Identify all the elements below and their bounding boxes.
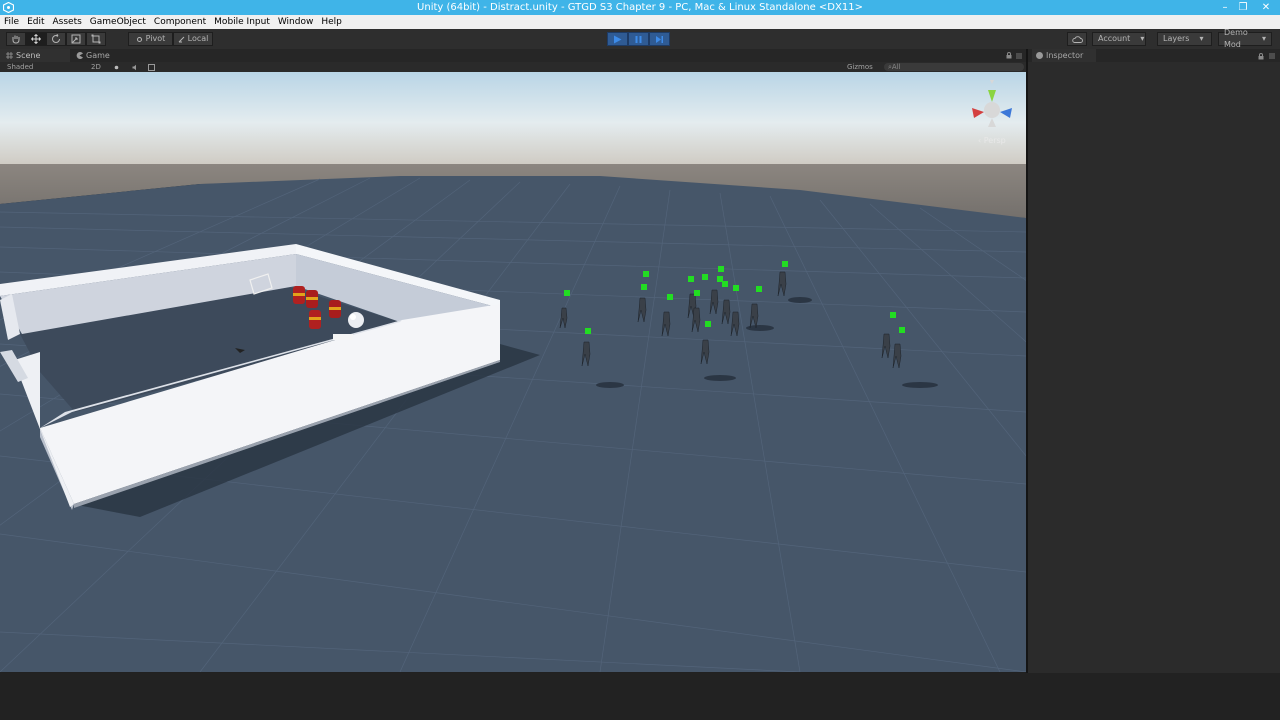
hand-icon bbox=[12, 35, 20, 44]
mode-2d-toggle[interactable]: 2D bbox=[91, 62, 101, 72]
layout-dropdown[interactable]: Demo Mod ▾ bbox=[1218, 28, 1272, 49]
inspector-panel: Inspector bbox=[1028, 49, 1280, 673]
lock-icon[interactable] bbox=[1006, 52, 1012, 59]
close-button[interactable]: ✕ bbox=[1252, 0, 1280, 15]
rotate-icon bbox=[52, 34, 60, 43]
grid-icon bbox=[6, 52, 13, 59]
inspector-body bbox=[1028, 62, 1280, 673]
projection-label[interactable]: ‹ Persp bbox=[978, 136, 1006, 145]
move-arrows-icon bbox=[31, 34, 41, 44]
sky bbox=[0, 72, 1026, 164]
gizmos-dropdown[interactable]: Gizmos bbox=[847, 62, 873, 72]
local-icon bbox=[178, 36, 184, 42]
window-controls: – ❐ ✕ bbox=[1216, 0, 1280, 15]
local-toggle[interactable]: Local bbox=[173, 32, 213, 46]
rect-transform-icon bbox=[91, 34, 101, 44]
pivot-group: Pivot Local bbox=[128, 32, 213, 46]
scene-tab-strip: Scene Game bbox=[0, 49, 1026, 62]
info-icon bbox=[1036, 52, 1043, 59]
chevron-down-icon: ▾ bbox=[1140, 34, 1145, 43]
layout-label: Demo Mod bbox=[1224, 28, 1248, 49]
panel-menu-icon[interactable] bbox=[1269, 53, 1275, 59]
menu-bar: File Edit Assets GameObject Component Mo… bbox=[0, 15, 1280, 29]
inspector-tab-strip: Inspector bbox=[1028, 49, 1280, 62]
scene-search-placeholder: ⌕All bbox=[888, 63, 901, 71]
tab-game[interactable]: Game bbox=[70, 49, 130, 62]
white-sphere bbox=[348, 312, 364, 328]
menu-help[interactable]: Help bbox=[317, 15, 346, 29]
tab-scene-label: Scene bbox=[16, 51, 41, 60]
scale-tool-button[interactable] bbox=[66, 32, 86, 46]
shading-mode-dropdown[interactable]: Shaded bbox=[7, 62, 33, 72]
tab-inspector-label: Inspector bbox=[1046, 51, 1084, 60]
title-bar: Unity (64bit) - Distract.unity - GTGD S3… bbox=[0, 0, 1280, 15]
tab-strip-spacer bbox=[130, 49, 1006, 62]
menu-edit[interactable]: Edit bbox=[23, 15, 48, 29]
lock-icon[interactable] bbox=[1258, 53, 1264, 60]
account-label: Account bbox=[1098, 34, 1131, 43]
minimize-button[interactable]: – bbox=[1216, 0, 1234, 15]
scene-canvas[interactable]: ‹ Persp bbox=[0, 72, 1026, 672]
pause-button[interactable] bbox=[628, 32, 649, 46]
play-icon bbox=[614, 35, 622, 43]
window-title: Unity (64bit) - Distract.unity - GTGD S3… bbox=[417, 2, 863, 13]
layers-label: Layers bbox=[1163, 34, 1190, 43]
rect-tool-button[interactable] bbox=[86, 32, 106, 46]
tab-game-label: Game bbox=[86, 51, 110, 60]
move-tool-button[interactable] bbox=[26, 32, 46, 46]
scale-icon bbox=[71, 34, 81, 44]
speaker-icon[interactable] bbox=[132, 64, 139, 71]
step-button[interactable] bbox=[649, 32, 670, 46]
pivot-toggle[interactable]: Pivot bbox=[128, 32, 173, 46]
scene-control-bar: Shaded 2D Gizmos ⌕All bbox=[0, 62, 1026, 72]
pause-icon bbox=[635, 35, 642, 43]
layout-group: Demo Mod ▾ bbox=[1218, 28, 1272, 49]
pacman-icon bbox=[76, 52, 83, 59]
pivot-icon bbox=[136, 36, 142, 42]
unity-logo-icon bbox=[3, 2, 14, 13]
local-label: Local bbox=[187, 34, 209, 43]
cloud-icon bbox=[1071, 35, 1083, 43]
panel-menu-icon[interactable] bbox=[1016, 53, 1022, 59]
step-icon bbox=[656, 35, 663, 43]
rotate-tool-button[interactable] bbox=[46, 32, 66, 46]
layers-group: Layers ▾ bbox=[1157, 32, 1212, 46]
chevron-down-icon: ▾ bbox=[1261, 34, 1266, 43]
cloud-button[interactable] bbox=[1067, 32, 1087, 46]
tab-inspector[interactable]: Inspector bbox=[1032, 49, 1096, 62]
pivot-label: Pivot bbox=[145, 34, 166, 43]
menu-mobile-input[interactable]: Mobile Input bbox=[210, 15, 274, 29]
menu-component[interactable]: Component bbox=[150, 15, 210, 29]
scene-viewport[interactable]: ‹ Persp bbox=[0, 72, 1026, 672]
wall-plaque bbox=[333, 334, 353, 340]
collab-group bbox=[1067, 32, 1087, 46]
account-dropdown[interactable]: Account ▾ bbox=[1092, 32, 1146, 46]
chevron-down-icon: ▾ bbox=[1199, 34, 1204, 43]
main-toolbar: Pivot Local Account ▾ Layers ▾ Demo Mod … bbox=[0, 28, 1280, 49]
tab-scene[interactable]: Scene bbox=[0, 49, 70, 62]
sun-icon[interactable] bbox=[113, 64, 120, 71]
transform-tools bbox=[6, 32, 106, 46]
account-group: Account ▾ bbox=[1092, 32, 1146, 46]
playback-controls bbox=[607, 32, 670, 46]
hand-tool-button[interactable] bbox=[6, 32, 26, 46]
menu-window[interactable]: Window bbox=[274, 15, 318, 29]
scene-search-input[interactable]: ⌕All bbox=[884, 63, 1024, 71]
play-button[interactable] bbox=[607, 32, 628, 46]
menu-assets[interactable]: Assets bbox=[49, 15, 86, 29]
menu-gameobject[interactable]: GameObject bbox=[86, 15, 150, 29]
menu-file[interactable]: File bbox=[0, 15, 23, 29]
bottom-status-area bbox=[0, 673, 1280, 720]
effects-icon[interactable] bbox=[148, 64, 157, 71]
restore-button[interactable]: ❐ bbox=[1234, 0, 1252, 15]
layers-dropdown[interactable]: Layers ▾ bbox=[1157, 32, 1212, 46]
